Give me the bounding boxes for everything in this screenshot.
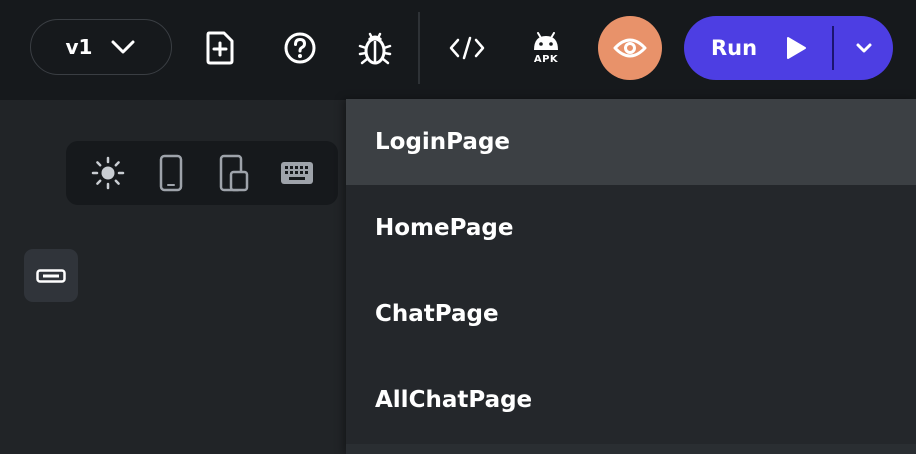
preview-button[interactable] — [598, 16, 662, 80]
view-code-button[interactable] — [447, 29, 487, 67]
menu-item-label: HomePage — [375, 215, 514, 241]
page-selector-dropdown: LoginPage HomePage ChatPage AllChatPage — [346, 99, 916, 454]
menu-item-all-chat-page[interactable]: AllChatPage — [346, 357, 916, 443]
version-label: v1 — [65, 35, 93, 59]
sidebar-widget-button[interactable] — [24, 249, 78, 302]
run-button[interactable]: Run — [684, 16, 832, 80]
debug-button[interactable] — [354, 27, 396, 69]
menu-item-label: AllChatPage — [375, 387, 533, 413]
toolbar-divider — [418, 12, 420, 84]
add-page-icon — [206, 31, 234, 65]
menu-item-home-page[interactable]: HomePage — [346, 185, 916, 271]
chevron-down-icon — [111, 40, 135, 54]
tablet-view-button[interactable] — [214, 153, 254, 193]
sun-icon — [91, 156, 124, 190]
run-button-group: Run — [684, 16, 893, 80]
keyboard-toggle-button[interactable] — [277, 153, 317, 193]
play-icon — [787, 37, 807, 59]
phone-icon — [159, 154, 182, 192]
android-apk-icon — [534, 31, 558, 50]
menu-item-label: ChatPage — [375, 301, 499, 327]
apk-label: APK — [533, 53, 559, 65]
help-button[interactable] — [280, 28, 320, 68]
tablet-icon — [219, 154, 248, 192]
build-apk-button[interactable]: APK — [524, 28, 568, 68]
bug-icon — [358, 32, 392, 65]
keyboard-icon — [280, 162, 313, 184]
device-toolbar — [66, 141, 338, 205]
menu-bottom-edge — [346, 444, 916, 454]
add-page-button[interactable] — [200, 28, 240, 68]
menu-item-login-page[interactable]: LoginPage — [346, 99, 916, 185]
version-selector[interactable]: v1 — [30, 19, 172, 75]
component-icon — [36, 268, 66, 283]
eye-icon — [613, 38, 647, 58]
theme-toggle-button[interactable] — [88, 153, 128, 193]
menu-item-label: LoginPage — [375, 129, 511, 155]
run-label: Run — [711, 36, 758, 60]
menu-item-chat-page[interactable]: ChatPage — [346, 271, 916, 357]
phone-view-button[interactable] — [151, 153, 191, 193]
code-icon — [449, 36, 485, 60]
help-icon — [284, 32, 316, 64]
top-toolbar: v1 APK Run — [0, 0, 916, 100]
chevron-down-icon — [856, 43, 871, 53]
run-options-button[interactable] — [834, 16, 893, 80]
